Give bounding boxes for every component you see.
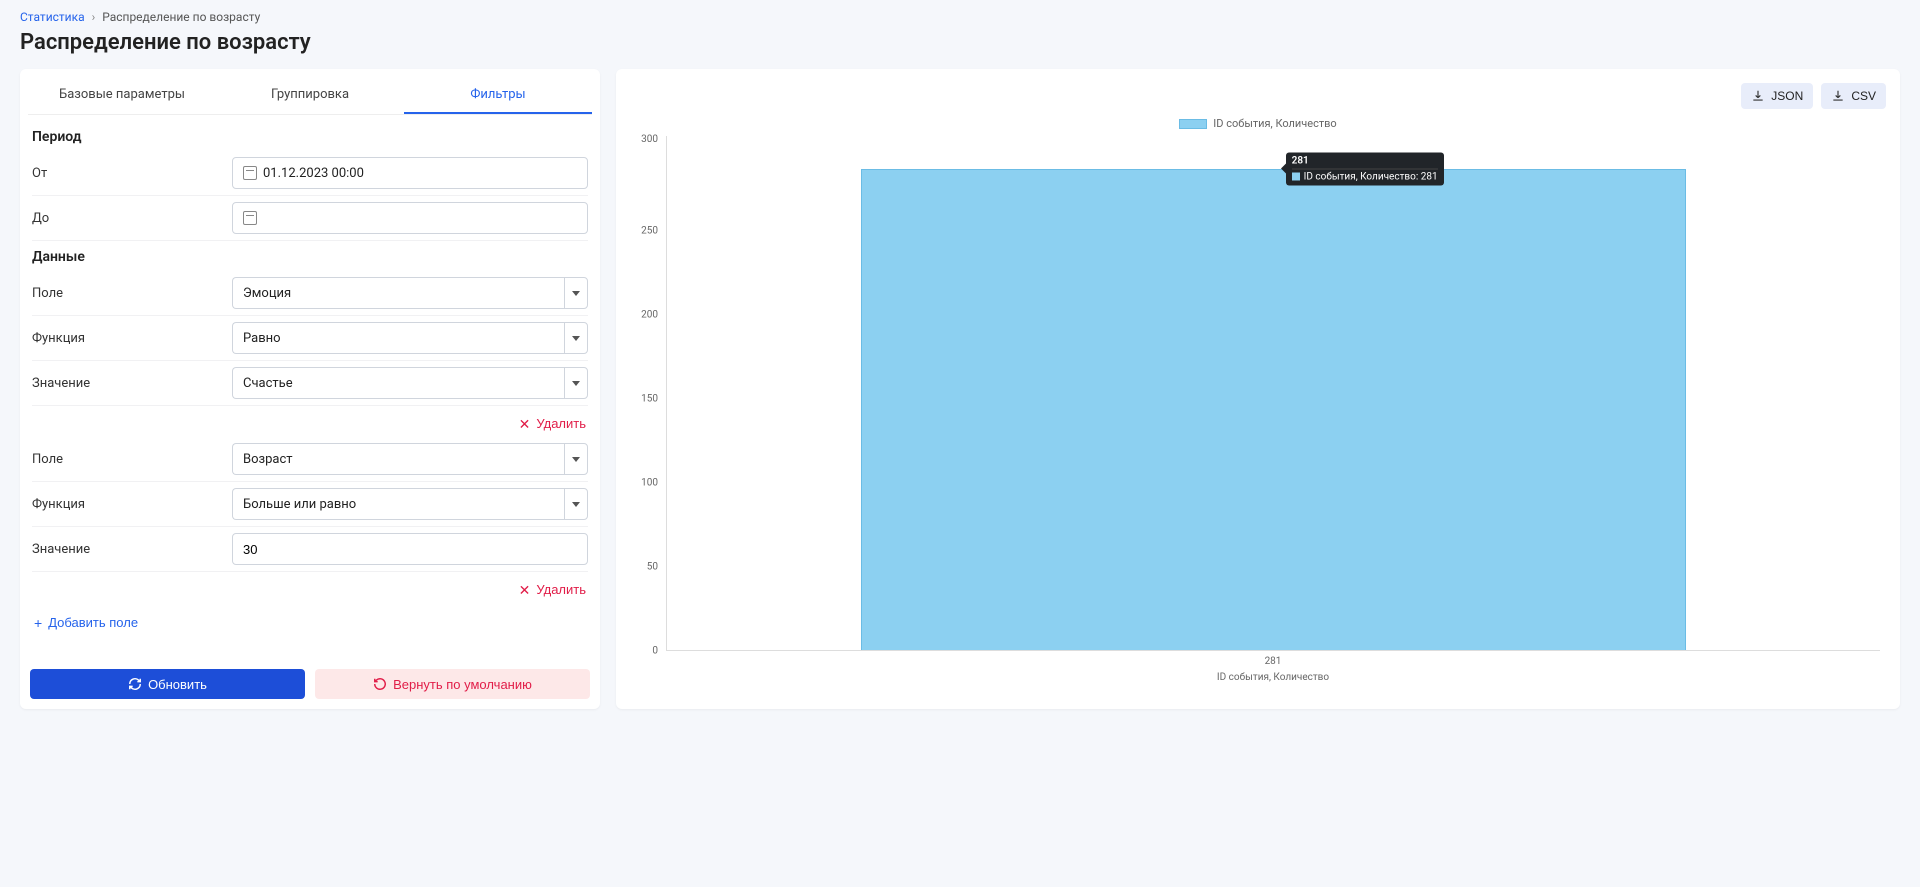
reset-button[interactable]: Вернуть по умолчанию [315,669,590,699]
tooltip-header: 281 [1292,155,1438,169]
download-csv-button[interactable]: CSV [1821,83,1886,109]
from-date-input[interactable]: 01.12.2023 00:00 [232,157,588,189]
reset-label: Вернуть по умолчанию [393,677,532,692]
chevron-down-icon [572,381,580,386]
from-date-value: 01.12.2023 00:00 [263,166,364,181]
download-icon [1831,89,1845,103]
refresh-icon [128,677,142,691]
filter1-value-caret[interactable] [564,367,588,399]
close-icon: ✕ [519,583,531,597]
breadcrumb-current: Распределение по возрасту [102,10,260,24]
download-json-button[interactable]: JSON [1741,83,1813,109]
filter1-function-caret[interactable] [564,322,588,354]
filter2-function-select[interactable]: Больше или равно [232,488,564,520]
filters-panel: Базовые параметры Группировка Фильтры Пе… [20,69,600,709]
filter2-delete-label: Удалить [536,582,586,597]
chart-legend: ID события, Количество [630,115,1886,136]
legend-label: ID события, Количество [1213,117,1336,130]
undo-icon [373,677,387,691]
tooltip-swatch [1292,172,1300,180]
chart-bar[interactable] [861,169,1686,650]
y-axis: 300 250 200 150 100 50 0 [630,136,662,651]
chart-area: ID события, Количество 300 250 200 150 1… [630,115,1886,695]
y-tick: 50 [630,562,658,573]
filter2-value-input[interactable] [232,533,588,565]
label-value: Значение [32,542,232,557]
label-from: От [32,166,232,181]
filter1-delete-button[interactable]: ✕ Удалить [519,416,586,431]
section-data-title: Данные [32,241,588,271]
tooltip-text: ID события, Количество: 281 [1304,171,1438,182]
filter1-delete-label: Удалить [536,416,586,431]
add-field-button[interactable]: + Добавить поле [32,603,140,642]
filter1-value-select[interactable]: Счастье [232,367,564,399]
y-tick: 150 [630,394,658,405]
refresh-button[interactable]: Обновить [30,669,305,699]
page-title: Распределение по возрасту [20,30,1900,55]
breadcrumb: Статистика › Распределение по возрасту [20,10,1900,24]
y-tick: 200 [630,310,658,321]
filter1-field-select[interactable]: Эмоция [232,277,564,309]
y-tick: 300 [630,134,658,145]
chart-tooltip: 281 ID события, Количество: 281 [1286,152,1444,185]
label-function: Функция [32,497,232,512]
section-period-title: Период [32,121,588,151]
y-tick: 0 [630,646,658,657]
calendar-icon [243,166,257,180]
chevron-down-icon [572,336,580,341]
tab-grouping[interactable]: Группировка [216,77,404,114]
chevron-down-icon [572,457,580,462]
legend-swatch [1179,119,1207,129]
filter2-delete-button[interactable]: ✕ Удалить [519,582,586,597]
y-tick: 100 [630,478,658,489]
filter2-function-caret[interactable] [564,488,588,520]
plot-body: 281 ID события, Количество: 281 [666,136,1880,651]
download-csv-label: CSV [1851,89,1876,103]
calendar-icon [243,211,257,225]
x-tick-label: 281 [666,656,1880,667]
chart-panel: JSON CSV ID события, Количество 300 250 … [616,69,1900,709]
breadcrumb-separator: › [92,10,96,24]
download-icon [1751,89,1765,103]
y-tick: 250 [630,226,658,237]
label-field: Поле [32,286,232,301]
tab-filters[interactable]: Фильтры [404,77,592,114]
chevron-down-icon [572,502,580,507]
to-date-input[interactable] [232,202,588,234]
tooltip-line: ID события, Количество: 281 [1292,171,1438,182]
tab-basic-params[interactable]: Базовые параметры [28,77,216,114]
filter1-function-select[interactable]: Равно [232,322,564,354]
label-function: Функция [32,331,232,346]
plus-icon: + [34,616,42,630]
filter2-field-caret[interactable] [564,443,588,475]
close-icon: ✕ [519,417,531,431]
label-to: До [32,211,232,226]
filter1-field-caret[interactable] [564,277,588,309]
add-field-label: Добавить поле [48,615,138,630]
tabs: Базовые параметры Группировка Фильтры [28,77,592,115]
label-value: Значение [32,376,232,391]
label-field: Поле [32,452,232,467]
download-json-label: JSON [1771,89,1803,103]
x-axis-label: ID события, Количество [666,672,1880,683]
refresh-label: Обновить [148,677,207,692]
filter2-field-select[interactable]: Возраст [232,443,564,475]
chevron-down-icon [572,291,580,296]
breadcrumb-root[interactable]: Статистика [20,10,85,24]
